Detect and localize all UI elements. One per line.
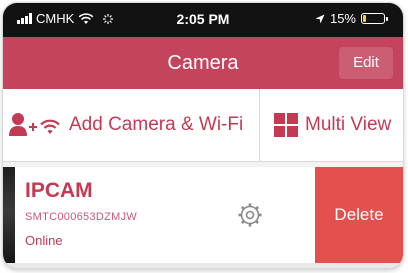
camera-name: IPCAM [25,179,93,202]
camera-thumbnail[interactable] [3,167,15,263]
delete-button[interactable]: Delete [315,167,403,263]
multi-view-label: Multi View [305,114,392,135]
camera-list-item[interactable]: IPCAM SMTC000653DZMJW Online Delete [3,167,403,263]
toolbar-divider [259,89,260,161]
status-right: 15% [315,11,388,26]
phone-screen: CMHK 2:05 PM 15% Camera Edit Add Camera … [3,3,403,268]
multi-view-button[interactable]: Multi View [273,89,391,161]
gear-icon[interactable] [237,202,263,228]
grid-icon [274,113,298,137]
add-user-wifi-icon [9,113,60,136]
next-list-item-edge [3,263,403,268]
battery-percent: 15% [329,11,356,26]
status-bar: CMHK 2:05 PM 15% [3,3,403,37]
add-camera-label: Add Camera & Wi-Fi [69,114,244,135]
add-camera-wifi-button[interactable]: Add Camera & Wi-Fi [9,89,243,161]
battery-icon [361,13,388,24]
battery-level [363,15,366,22]
location-arrow-icon [315,14,325,23]
nav-bar: Camera Edit [3,37,403,89]
camera-id: SMTC000653DZMJW [25,211,138,223]
camera-status: Online [25,233,63,248]
toolbar: Add Camera & Wi-Fi Multi View [3,89,403,162]
edit-button[interactable]: Edit [339,47,393,79]
